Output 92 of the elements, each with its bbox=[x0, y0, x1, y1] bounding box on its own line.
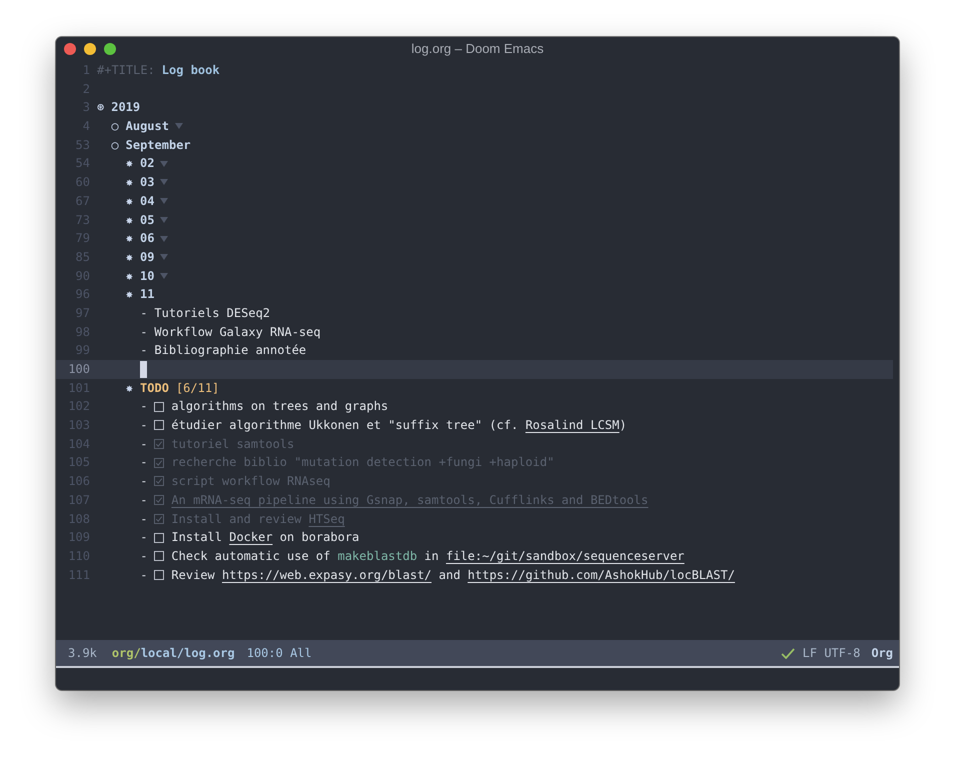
heading-text[interactable]: 2019 bbox=[111, 98, 140, 118]
buffer-name: local/log.org bbox=[140, 646, 235, 660]
fold-triangle-icon[interactable] bbox=[160, 160, 168, 167]
list-dash: - bbox=[140, 398, 148, 416]
heading-bullet: ○ bbox=[111, 118, 119, 136]
fold-triangle-icon[interactable] bbox=[174, 123, 183, 130]
heading-text[interactable]: 09 bbox=[140, 248, 154, 267]
heading-bullet: ✸ bbox=[126, 155, 134, 172]
item-text: étudier algorithme Ukkonen et "suffix tree" (cf. bbox=[171, 417, 520, 434]
checkbox[interactable] bbox=[154, 420, 164, 430]
heading-bullet: ✸ bbox=[126, 286, 134, 304]
link[interactable]: file:~/git/sandbox/sequenceserver bbox=[446, 546, 684, 566]
heading-text[interactable]: August bbox=[126, 117, 169, 136]
item-text: on borabora bbox=[278, 529, 360, 546]
heading-bullet: ✸ bbox=[126, 174, 134, 192]
inline-code: makeblastdb bbox=[338, 548, 418, 565]
major-mode[interactable]: Org bbox=[871, 646, 893, 660]
fold-triangle-icon[interactable] bbox=[160, 179, 168, 186]
list-dash: - bbox=[140, 342, 148, 360]
heading-text[interactable]: 05 bbox=[140, 210, 154, 230]
heading-text[interactable]: 10 bbox=[140, 266, 154, 286]
list-dash: - bbox=[140, 529, 148, 546]
list-dash: - bbox=[140, 510, 148, 528]
heading-bullet: ✸ bbox=[126, 230, 134, 248]
checkbox[interactable] bbox=[154, 570, 164, 580]
heading-bullet: ✸ bbox=[126, 268, 134, 285]
checked-checkbox[interactable] bbox=[154, 495, 164, 506]
checked-checkbox[interactable] bbox=[154, 476, 164, 486]
org-keyword: #+TITLE: bbox=[97, 62, 155, 79]
todo-keyword: TODO bbox=[140, 380, 169, 397]
progress-cookie: [6/11] bbox=[176, 380, 220, 397]
buffer-directory: org/ bbox=[112, 646, 141, 660]
list-dash: - bbox=[140, 492, 148, 509]
item-text: Review bbox=[171, 566, 216, 584]
heading-bullet: ✸ bbox=[126, 192, 134, 210]
heading-bullet: ✸ bbox=[126, 212, 134, 228]
item-text: Check automatic use of bbox=[171, 548, 332, 565]
item-text: Install and review bbox=[171, 510, 302, 528]
fold-triangle-icon[interactable] bbox=[160, 254, 168, 260]
heading-text[interactable]: 06 bbox=[140, 229, 154, 248]
encoding: LF UTF-8 bbox=[802, 646, 860, 660]
checked-checkbox[interactable] bbox=[154, 514, 164, 524]
checked-checkbox[interactable] bbox=[154, 439, 164, 450]
link[interactable]: https://github.com/AshokHub/locBLAST/ bbox=[468, 566, 735, 584]
item-text: Bibliographie annotée bbox=[154, 342, 306, 360]
heading-text[interactable]: 11 bbox=[140, 285, 154, 304]
item-text: algorithms on trees and graphs bbox=[171, 398, 388, 416]
list-dash: - bbox=[140, 548, 148, 565]
fold-triangle-icon[interactable] bbox=[160, 236, 168, 242]
list-dash: - bbox=[140, 473, 148, 490]
link[interactable]: https://web.expasy.org/blast/ bbox=[222, 566, 432, 584]
item-text: in bbox=[423, 548, 440, 565]
checkbox[interactable] bbox=[154, 532, 164, 543]
list-dash: - bbox=[140, 454, 148, 472]
zoom-button[interactable] bbox=[104, 42, 116, 54]
list-dash: - bbox=[140, 417, 148, 434]
item-text: ) bbox=[619, 417, 627, 434]
heading-text[interactable]: 04 bbox=[140, 192, 154, 211]
item-text: Workflow Galaxy RNA-seq bbox=[154, 324, 321, 341]
window-title: log.org – Doom Emacs bbox=[411, 41, 544, 56]
text-cursor bbox=[140, 360, 148, 378]
checked-checkbox[interactable] bbox=[154, 458, 164, 468]
line-number: 100 bbox=[67, 361, 91, 378]
link[interactable]: Docker bbox=[229, 528, 273, 547]
checkbox[interactable] bbox=[154, 551, 164, 562]
list-dash: - bbox=[140, 324, 148, 341]
list-dash: - bbox=[140, 436, 148, 453]
fold-triangle-icon[interactable] bbox=[160, 272, 168, 279]
item-text: script workflow RNAseq bbox=[171, 473, 330, 490]
checkbox[interactable] bbox=[154, 402, 164, 412]
heading-text[interactable]: 03 bbox=[140, 173, 154, 192]
list-dash: - bbox=[140, 304, 148, 322]
heading-text[interactable]: 02 bbox=[140, 154, 154, 174]
cursor-position: 100:0 All bbox=[246, 646, 312, 660]
item-text: recherche biblio "mutation detection +fungi +haploid" bbox=[171, 454, 554, 472]
heading-bullet: ✸ bbox=[126, 380, 134, 397]
item-text: and bbox=[438, 566, 462, 584]
item-text: Tutoriels DESeq2 bbox=[154, 304, 270, 322]
heading-text[interactable]: September bbox=[126, 136, 191, 154]
close-button[interactable] bbox=[64, 42, 76, 54]
buffer-size: 3.9k bbox=[68, 646, 97, 660]
item-text: Install bbox=[171, 529, 223, 546]
minimize-button[interactable] bbox=[84, 42, 96, 54]
document-title: Log book bbox=[162, 62, 220, 79]
link[interactable]: Rosalind LCSM bbox=[525, 416, 620, 435]
fold-triangle-icon[interactable] bbox=[160, 216, 168, 223]
fold-triangle-icon[interactable] bbox=[160, 198, 168, 204]
heading-bullet: ✸ bbox=[126, 248, 134, 266]
item-text: tutoriel samtools bbox=[171, 436, 294, 453]
list-dash: - bbox=[140, 566, 148, 584]
heading-bullet: ○ bbox=[111, 136, 119, 154]
heading-bullet: ⊛ bbox=[97, 99, 104, 116]
